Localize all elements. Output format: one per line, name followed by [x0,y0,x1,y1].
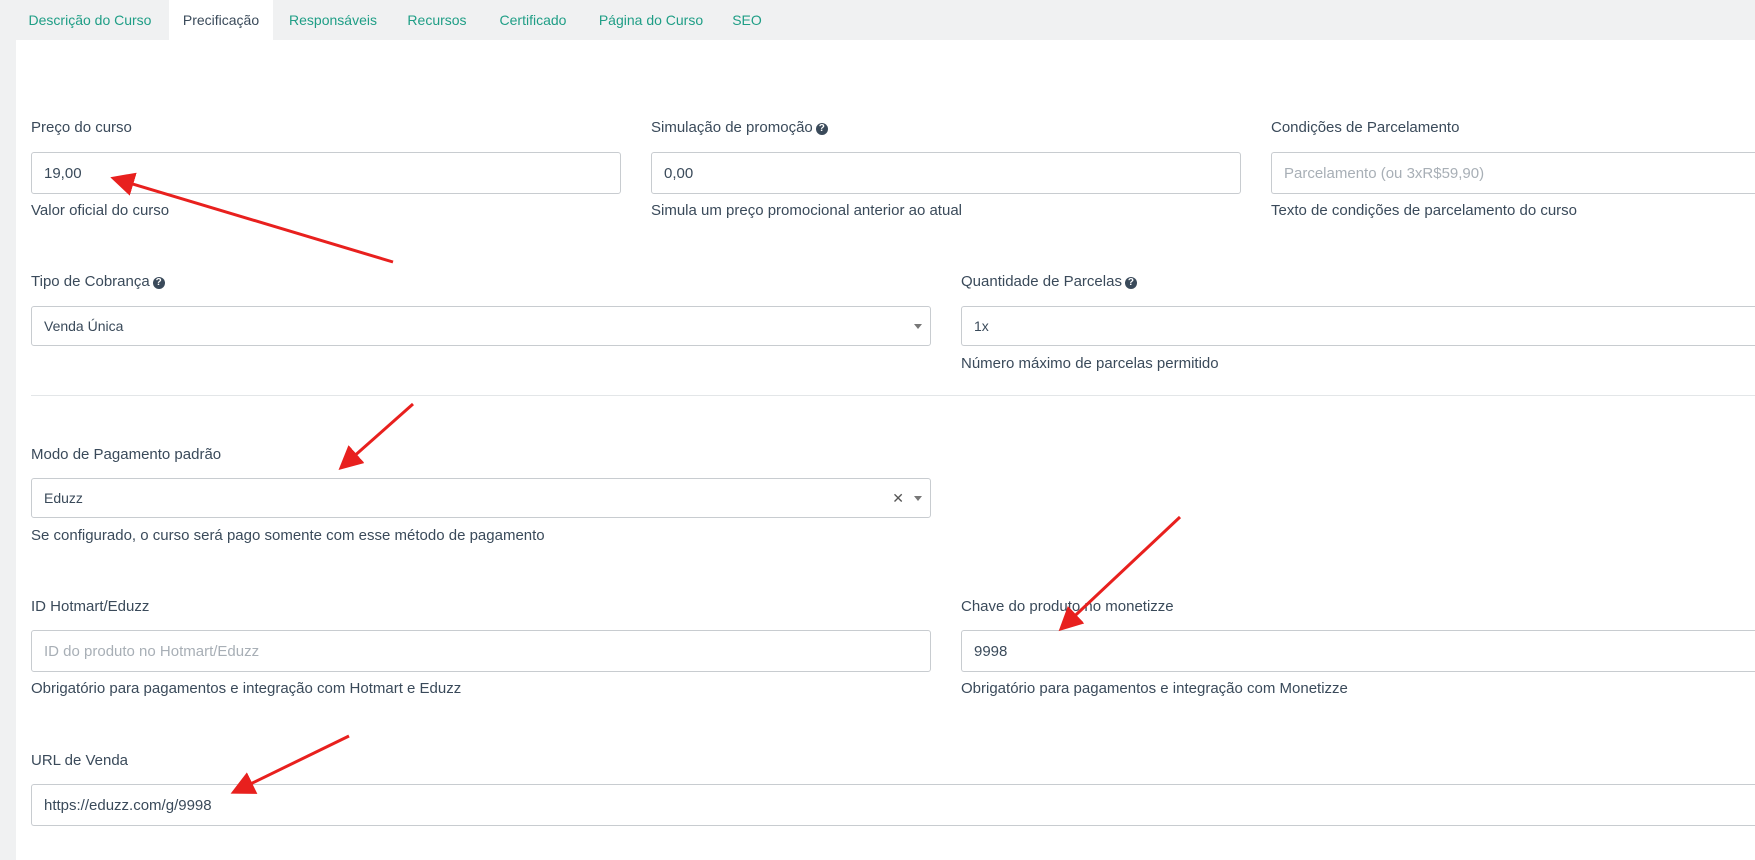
tab-responsaveis[interactable]: Responsáveis [279,0,387,40]
monetizze-key-input[interactable] [961,630,1755,672]
question-circle-icon[interactable]: ? [815,123,828,135]
billing-type-select[interactable]: Venda Única [31,306,931,346]
hotmart-id-label: ID Hotmart/Eduzz [31,598,150,615]
price-input[interactable] [31,152,621,194]
billing-type-value: Venda Única [44,318,124,334]
installment-terms-label: Condições de Parcelamento [1271,119,1460,136]
installment-terms-input[interactable] [1271,152,1755,194]
section-divider [31,395,1755,396]
payment-mode-value: Eduzz [44,490,83,506]
tab-precificacao[interactable]: Precificação [169,0,273,40]
installments-label-text: Quantidade de Parcelas [961,273,1122,290]
promo-hint: Simula um preço promocional anterior ao … [651,202,962,219]
installments-hint: Número máximo de parcelas permitido [961,355,1219,372]
billing-type-label-text: Tipo de Cobrança [31,273,150,290]
promo-label: Simulação de promoção? [651,119,828,136]
caret-down-icon [914,324,922,329]
tab-descricao[interactable]: Descrição do Curso [16,0,164,40]
payment-mode-hint: Se configurado, o curso será pago soment… [31,527,545,544]
sale-url-input[interactable] [31,784,1755,826]
installments-select[interactable]: 1x [961,306,1755,346]
monetizze-key-hint: Obrigatório para pagamentos e integração… [961,680,1348,697]
tab-certificado[interactable]: Certificado [491,0,575,40]
times-icon[interactable]: ✕ [892,479,904,517]
hotmart-id-hint: Obrigatório para pagamentos e integração… [31,680,462,697]
tab-seo[interactable]: SEO [727,0,767,40]
installments-value: 1x [974,318,989,334]
tab-bar: Descrição do Curso Precificação Responsá… [0,0,1755,40]
question-circle-icon[interactable]: ? [1124,277,1137,289]
installments-label: Quantidade de Parcelas? [961,273,1137,290]
question-circle-icon[interactable]: ? [152,277,165,289]
promo-input[interactable] [651,152,1241,194]
tab-pagina-do-curso[interactable]: Página do Curso [593,0,709,40]
price-hint: Valor oficial do curso [31,202,170,219]
payment-mode-label: Modo de Pagamento padrão [31,446,222,463]
billing-type-label: Tipo de Cobrança? [31,273,165,290]
installment-terms-hint: Texto de condições de parcelamento do cu… [1271,202,1578,219]
caret-down-icon [914,496,922,501]
promo-label-text: Simulação de promoção [651,119,813,136]
tab-recursos[interactable]: Recursos [399,0,475,40]
payment-mode-select[interactable]: Eduzz ✕ [31,478,931,518]
sale-url-label: URL de Venda [31,752,129,769]
price-label: Preço do curso [31,119,132,136]
monetizze-key-label: Chave do produto no monetizze [961,598,1174,615]
hotmart-id-input[interactable] [31,630,931,672]
